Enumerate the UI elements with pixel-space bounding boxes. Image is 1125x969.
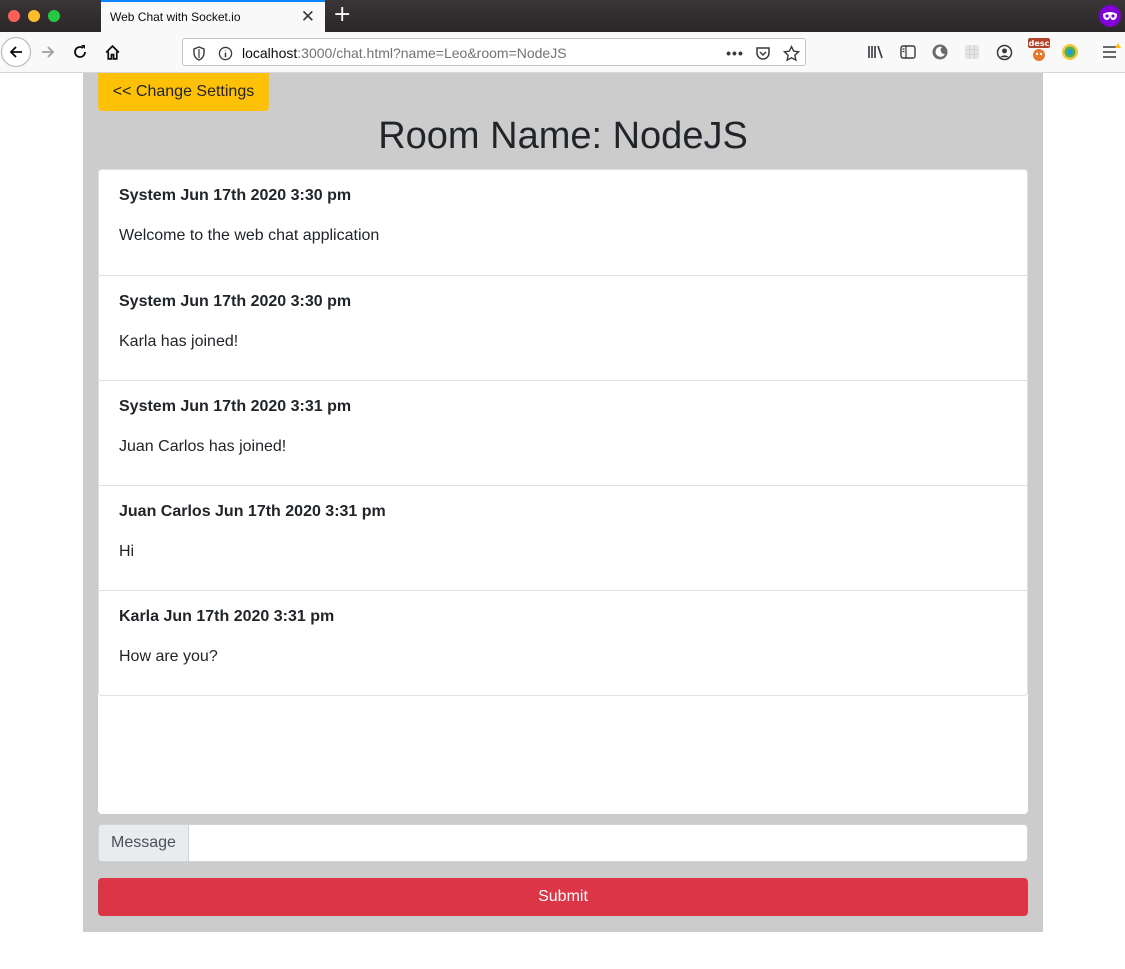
message-item: Karla Jun 17th 2020 3:31 pm How are you? (99, 590, 1027, 695)
maximize-window-button[interactable] (48, 10, 60, 22)
extension-grid-icon[interactable] (962, 42, 982, 62)
url-host: localhost (242, 45, 298, 61)
tracking-shield-icon[interactable] (189, 43, 209, 63)
close-window-button[interactable] (8, 10, 20, 22)
menu-icon[interactable] (1101, 42, 1121, 62)
globe-extension-icon[interactable] (1060, 42, 1080, 62)
message-item: System Jun 17th 2020 3:30 pm Karla has j… (99, 275, 1027, 380)
message-header: System Jun 17th 2020 3:31 pm (119, 398, 352, 415)
message-text: How are you? (119, 648, 218, 665)
message-list: System Jun 17th 2020 3:30 pm Welcome to … (98, 169, 1028, 696)
message-header: Juan Carlos Jun 17th 2020 3:31 pm (119, 503, 386, 520)
reload-button[interactable] (66, 38, 94, 66)
chat-page: << Change Settings Room Name: NodeJS Sys… (83, 73, 1043, 932)
message-item: System Jun 17th 2020 3:30 pm Welcome to … (99, 170, 1027, 275)
message-input[interactable] (189, 824, 1028, 862)
site-info-icon[interactable] (215, 43, 235, 63)
url-text[interactable]: localhost:3000/chat.html?name=Leo&room=N… (242, 45, 567, 61)
private-browsing-icon (1099, 5, 1121, 27)
home-icon (105, 44, 119, 60)
browser-tab[interactable]: Web Chat with Socket.io ✕ (101, 0, 325, 32)
forward-arrow-icon (42, 46, 55, 58)
back-button[interactable] (1, 37, 31, 67)
tab-title: Web Chat with Socket.io (110, 10, 241, 24)
sidebar-icon[interactable] (898, 42, 918, 62)
back-arrow-icon (9, 46, 22, 58)
forward-button[interactable] (34, 38, 62, 66)
message-text: Welcome to the web chat application (119, 227, 380, 244)
message-label: Message (98, 824, 189, 862)
message-header: Karla Jun 17th 2020 3:31 pm (119, 608, 335, 625)
message-text: Karla has joined! (119, 333, 239, 350)
message-header: System Jun 17th 2020 3:30 pm (119, 293, 352, 310)
library-icon[interactable] (866, 42, 886, 62)
message-item: System Jun 17th 2020 3:31 pm Juan Carlos… (99, 380, 1027, 485)
pocket-icon[interactable] (753, 43, 773, 63)
message-text: Hi (119, 543, 135, 560)
message-text: Juan Carlos has joined! (119, 438, 287, 455)
chat-box[interactable]: System Jun 17th 2020 3:30 pm Welcome to … (98, 169, 1028, 814)
dark-reader-icon[interactable] (930, 42, 950, 62)
room-title: Room Name: NodeJS (378, 115, 748, 157)
message-item: Juan Carlos Jun 17th 2020 3:31 pm Hi (99, 485, 1027, 590)
browser-navbar: localhost:3000/chat.html?name=Leo&room=N… (0, 32, 1125, 73)
minimize-window-button[interactable] (28, 10, 40, 22)
account-icon[interactable] (994, 42, 1014, 62)
url-path: :3000/chat.html?name=Leo&room=NodeJS (297, 45, 567, 61)
desc-extension-icon[interactable]: desc (1027, 37, 1051, 63)
message-input-group: Message (98, 824, 1028, 862)
url-bar[interactable]: localhost:3000/chat.html?name=Leo&room=N… (182, 38, 806, 66)
bookmark-star-icon[interactable] (781, 43, 801, 63)
browser-titlebar: Web Chat with Socket.io ✕ + (0, 0, 1125, 32)
submit-button[interactable]: Submit (98, 878, 1028, 916)
reload-icon (74, 45, 86, 58)
message-header: System Jun 17th 2020 3:30 pm (119, 187, 352, 204)
change-settings-button[interactable]: << Change Settings (98, 73, 269, 111)
new-tab-button[interactable]: + (333, 2, 351, 27)
svg-text:desc: desc (1029, 39, 1050, 48)
home-button[interactable] (98, 38, 126, 66)
page-actions-icon[interactable]: ••• (725, 43, 745, 63)
tab-close-icon[interactable]: ✕ (301, 7, 315, 27)
